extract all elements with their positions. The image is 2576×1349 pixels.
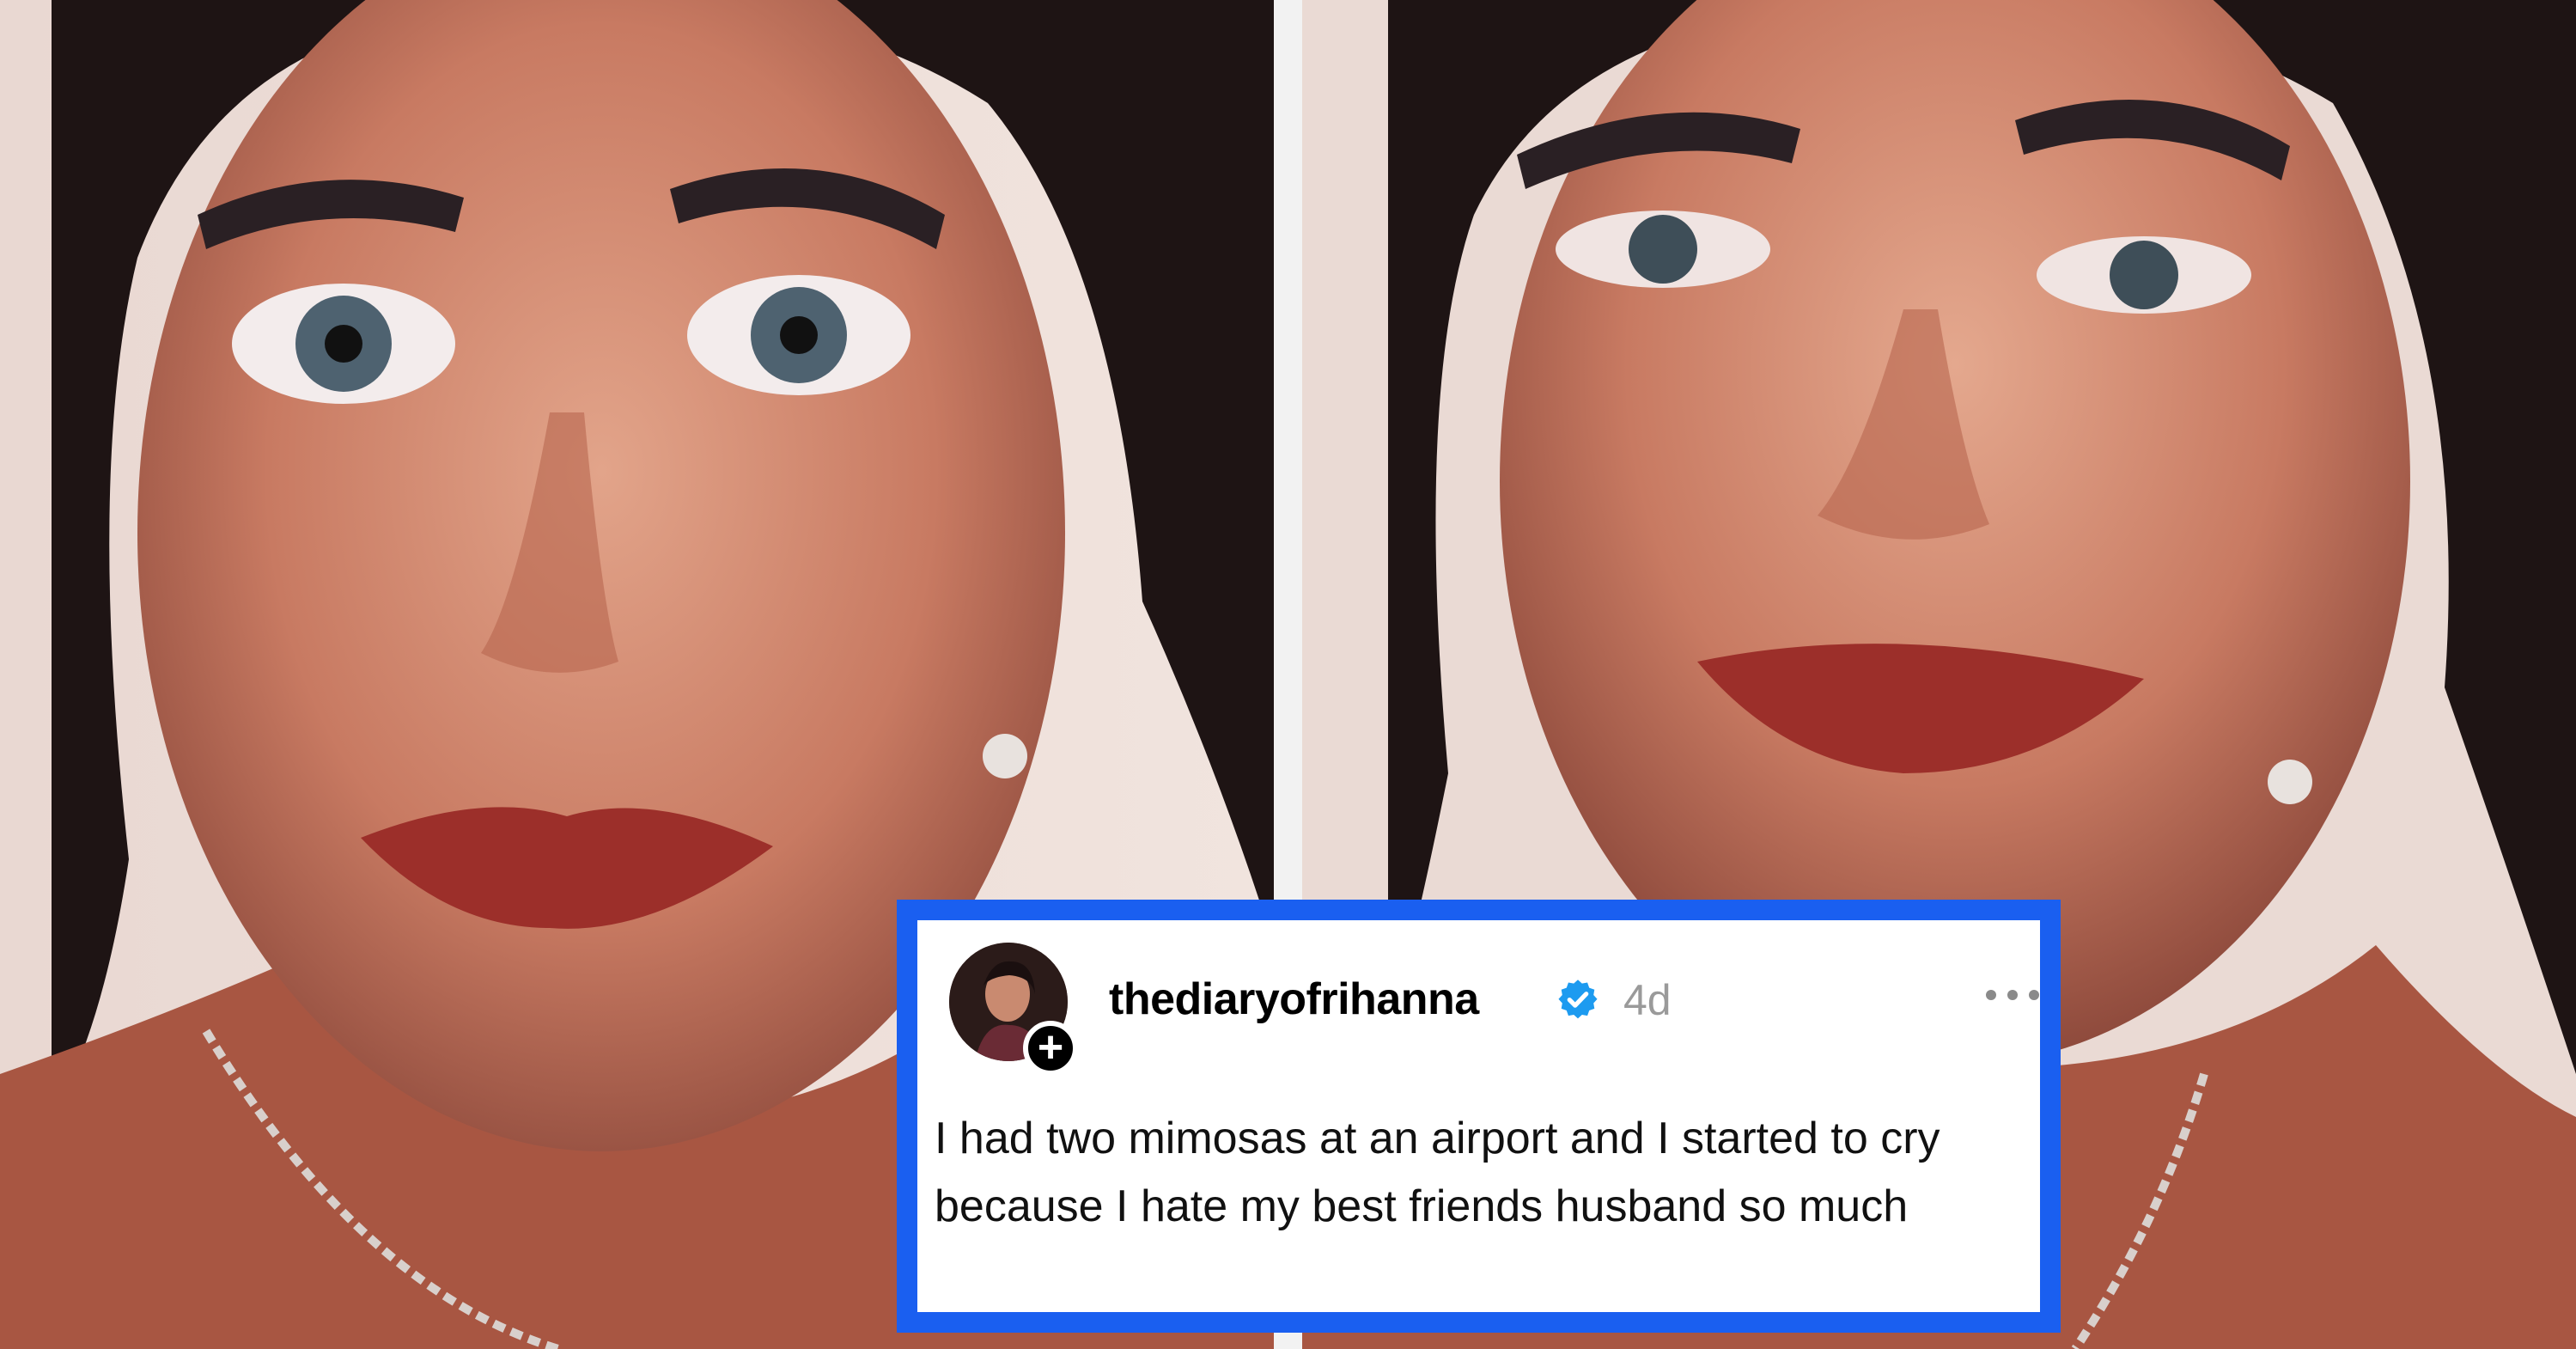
username[interactable]: thediaryofrihanna bbox=[1109, 974, 1479, 1025]
post-text: I had two mimosas at an airport and I st… bbox=[935, 1114, 1940, 1231]
social-post-card: + thediaryofrihanna 4d I had two mimosas… bbox=[897, 900, 2061, 1333]
follow-button[interactable]: + bbox=[1023, 1021, 1078, 1076]
verified-badge-icon bbox=[1558, 980, 1598, 1019]
post-timestamp: 4d bbox=[1623, 976, 1672, 1024]
more-options-icon[interactable] bbox=[1982, 982, 2043, 1008]
